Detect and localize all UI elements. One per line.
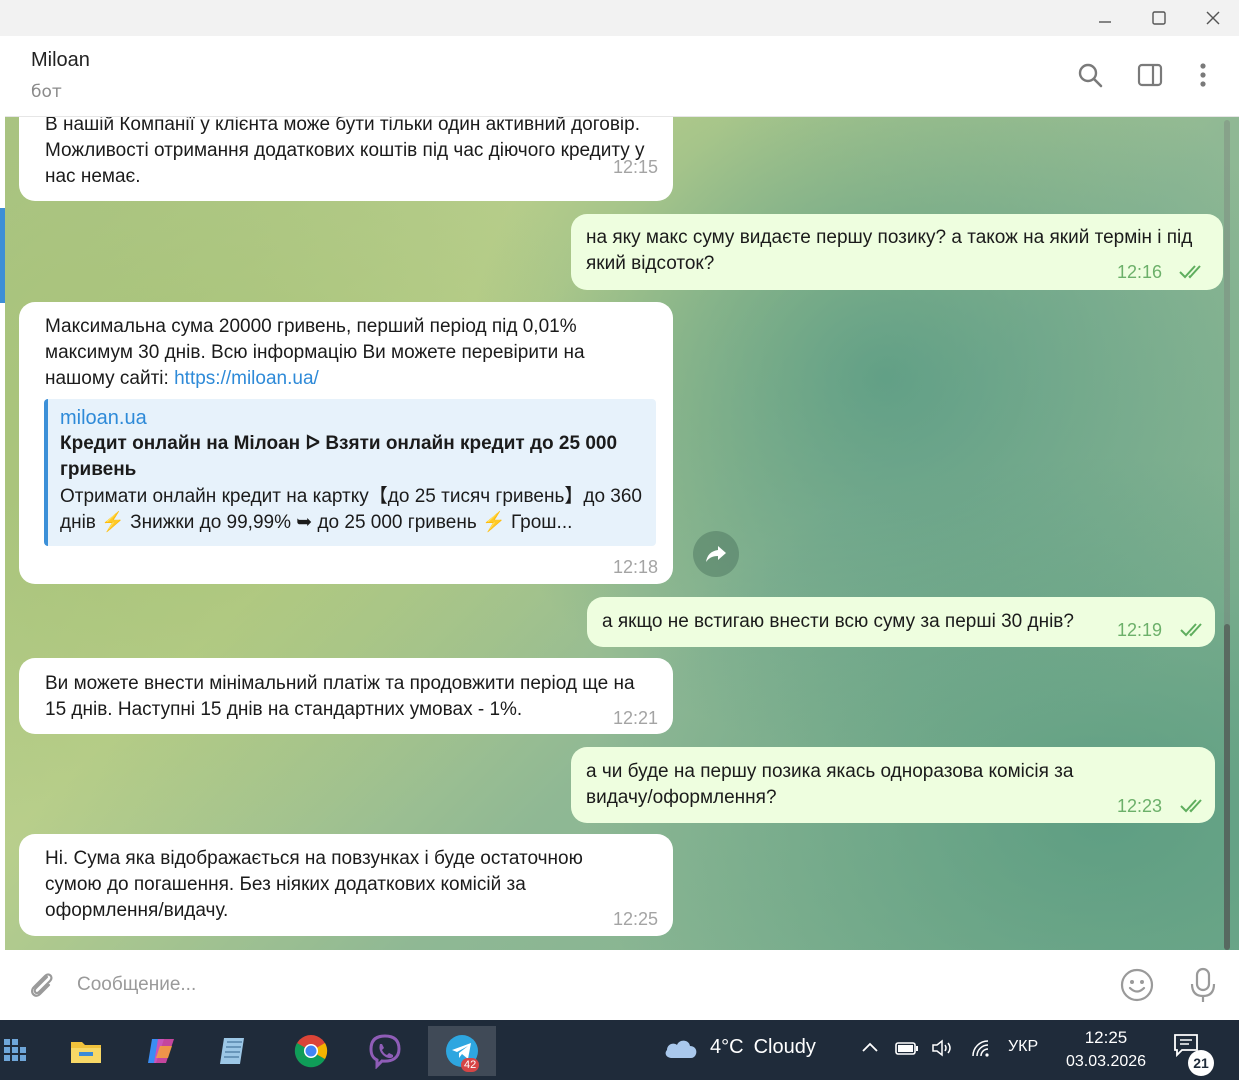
notifications-count: 21 — [1188, 1050, 1214, 1076]
message-text: а чи буде на першу позика якась одноразо… — [586, 761, 1074, 808]
read-ticks-icon — [1180, 623, 1202, 637]
window-titlebar — [0, 0, 1239, 36]
telegram-unread-badge: 42 — [461, 1058, 480, 1072]
emoji-icon[interactable] — [1119, 967, 1155, 1003]
message-input[interactable] — [77, 966, 1097, 1004]
taskbar: 42 4°C Cloudy УКР 12:25 03.03.2026 21 — [0, 1020, 1239, 1080]
link-preview-site: miloan.ua — [60, 407, 147, 429]
message-text: Ви можете внести мінімальний платіж та п… — [45, 673, 635, 720]
wifi-icon[interactable] — [970, 1038, 994, 1063]
notepad-icon[interactable] — [204, 1026, 264, 1076]
read-ticks-icon — [1179, 265, 1201, 279]
more-vertical-icon[interactable] — [1186, 58, 1220, 92]
message-text: В нашій Компанії у клієнта може бути тіл… — [45, 117, 645, 187]
paperclip-icon[interactable] — [25, 968, 59, 1002]
chat-area[interactable]: В нашій Компанії у клієнта може бути тіл… — [5, 117, 1239, 950]
close-icon[interactable] — [1186, 0, 1239, 36]
message-time: 12:19 — [1117, 620, 1163, 640]
microphone-icon[interactable] — [1185, 966, 1221, 1004]
message-incoming[interactable]: В нашій Компанії у клієнта може бути тіл… — [19, 117, 673, 201]
link-preview[interactable]: miloan.ua Кредит онлайн на Мілоан ᐅ Взят… — [44, 399, 656, 546]
read-ticks-icon — [1180, 799, 1202, 813]
unread-indicator — [0, 208, 5, 303]
message-text: Максимальна сума 20000 гривень, перший п… — [45, 314, 645, 392]
chat-header: Miloan бот — [5, 36, 1239, 117]
message-outgoing[interactable]: а якщо не встигаю внести всю суму за пер… — [587, 597, 1215, 647]
copilot-icon[interactable] — [131, 1026, 191, 1076]
share-arrow-icon — [706, 546, 726, 562]
website-link[interactable]: https://miloan.ua/ — [174, 368, 319, 389]
sidebar-toggle-icon[interactable] — [1133, 58, 1167, 92]
message-incoming[interactable]: Ви можете внести мінімальний платіж та п… — [19, 658, 673, 734]
notifications-icon[interactable]: 21 — [1172, 1032, 1218, 1076]
message-outgoing[interactable]: а чи буде на першу позика якась одноразо… — [571, 747, 1215, 823]
link-preview-description: Отримати онлайн кредит на картку【до 25 т… — [60, 486, 642, 533]
message-incoming[interactable]: Ні. Сума яка відображається на повзунках… — [19, 834, 673, 936]
message-text: а якщо не встигаю внести всю суму за пер… — [602, 611, 1074, 632]
message-time: 12:21 — [613, 708, 659, 728]
weather-widget[interactable]: 4°C Cloudy — [662, 1034, 816, 1060]
language-indicator[interactable]: УКР — [1008, 1038, 1038, 1056]
message-time: 12:18 — [613, 557, 659, 577]
message-incoming[interactable]: Максимальна сума 20000 гривень, перший п… — [19, 302, 673, 584]
weather-condition: Cloudy — [753, 1035, 816, 1058]
message-time: 12:16 — [1117, 262, 1163, 282]
chat-subtitle: бот — [31, 82, 62, 102]
minimize-icon[interactable] — [1078, 0, 1132, 36]
viber-icon[interactable] — [355, 1026, 415, 1076]
search-icon[interactable] — [1073, 58, 1107, 92]
chrome-icon[interactable] — [281, 1026, 341, 1076]
scrollbar-thumb[interactable] — [1224, 624, 1230, 950]
message-text: Ні. Сума яка відображається на повзунках… — [45, 848, 583, 921]
chat-title[interactable]: Miloan — [31, 49, 90, 72]
composer — [5, 950, 1239, 1020]
clock-time: 12:25 — [1084, 1028, 1128, 1047]
volume-icon[interactable] — [930, 1038, 954, 1063]
link-preview-title: Кредит онлайн на Мілоан ᐅ Взяти онлайн к… — [60, 433, 618, 480]
telegram-icon[interactable]: 42 — [428, 1026, 496, 1076]
maximize-icon[interactable] — [1132, 0, 1186, 36]
taskbar-clock[interactable]: 12:25 03.03.2026 — [1058, 1026, 1154, 1074]
clock-date: 03.03.2026 — [1065, 1053, 1147, 1070]
chevron-up-icon[interactable] — [860, 1038, 880, 1063]
message-time: 12:23 — [1117, 796, 1163, 816]
message-time: 12:25 — [613, 909, 659, 929]
file-explorer-icon[interactable] — [56, 1026, 116, 1076]
forward-button[interactable] — [693, 531, 739, 577]
start-icon[interactable] — [0, 1026, 46, 1076]
weather-temperature: 4°C — [710, 1035, 744, 1058]
battery-icon[interactable] — [895, 1038, 919, 1063]
cloud-icon — [665, 1040, 697, 1058]
message-outgoing[interactable]: на яку макс суму видаєте першу позику? а… — [571, 214, 1223, 290]
message-time: 12:15 — [613, 157, 659, 177]
